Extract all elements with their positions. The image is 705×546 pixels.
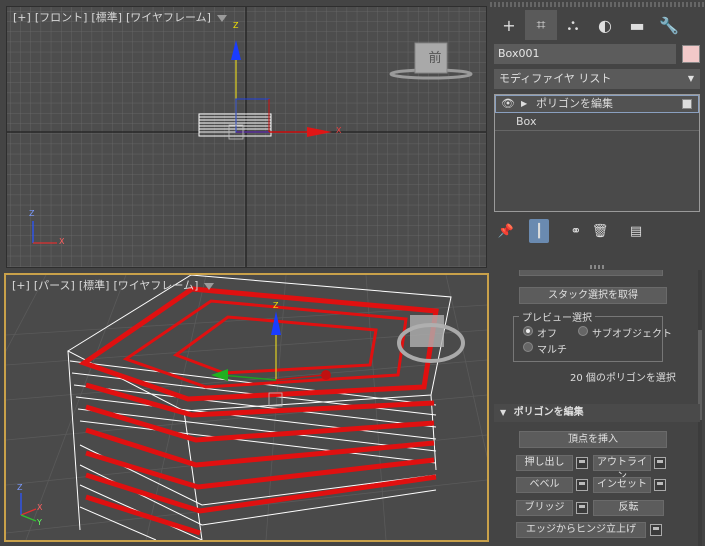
stack-item-edit-poly[interactable]: 👁 ▶ ポリゴンを編集 (495, 95, 699, 113)
modifier-list-dropdown[interactable]: モディファイヤ リスト ▼ (494, 69, 700, 89)
hierarchy-icon: ⛬ (567, 15, 579, 34)
preview-off-label: オフ (537, 329, 557, 340)
hierarchy-tab[interactable]: ⛬ (557, 10, 589, 40)
hinge-settings-icon[interactable] (650, 524, 662, 536)
front-mode-menu[interactable]: [ワイヤフレーム] (126, 11, 211, 24)
box-slices (66, 275, 452, 540)
bridge-settings-icon[interactable] (576, 502, 588, 514)
extrude-settings-icon[interactable] (576, 457, 588, 469)
persp-mode-menu[interactable]: [ワイヤフレーム] (113, 279, 198, 292)
flip-button[interactable]: 反転 (593, 500, 664, 516)
motion-tab[interactable]: ◐ (589, 10, 621, 40)
tripod-x-label: X (59, 237, 65, 246)
front-plus-menu[interactable]: [+] (13, 11, 31, 24)
object-name-field[interactable]: Box001 (494, 44, 676, 64)
hinge-from-edge-button[interactable]: エッジからヒンジ立上げ (516, 522, 646, 538)
perspective-scene (6, 275, 487, 540)
preview-selection-label: プレビュー選択 (519, 309, 595, 324)
configure-sets-icon[interactable]: ▤ (626, 219, 646, 243)
persp-tripod-x-label: X (37, 503, 43, 512)
trash-icon[interactable]: 🗑 (590, 219, 610, 243)
preview-multi-radio[interactable] (523, 342, 533, 352)
stack-item-label: ポリゴンを編集 (536, 97, 613, 110)
perspective-viewport[interactable]: [+] [パース] [標準] [ワイヤフレーム] Z Z X Y (4, 273, 489, 542)
modify-tab[interactable]: ⌗ (525, 10, 557, 40)
modify-icon: ⌗ (536, 15, 546, 34)
stack-tool-row: 📌 ┃ ⚭ 🗑 ▤ (494, 219, 700, 243)
insert-vertex-button[interactable]: 頂点を挿入 (519, 431, 667, 448)
bevel-settings-icon[interactable] (576, 479, 588, 491)
plus-icon: + (502, 15, 516, 35)
modifier-list-label: モディファイヤ リスト (499, 72, 612, 85)
front-viewport-label[interactable]: [+] [フロント] [標準] [ワイヤフレーム] (13, 9, 231, 25)
hidden-buttons-row (519, 270, 663, 276)
preview-subobject-label: サブオブジェクト (592, 329, 672, 340)
inset-button[interactable]: インセット (593, 477, 651, 493)
get-stack-selection-button[interactable]: スタック選択を取得 (519, 287, 667, 304)
front-view-menu[interactable]: [フロント] (35, 11, 88, 24)
dropdown-arrow-icon: ▼ (687, 74, 694, 83)
stack-item-toggle[interactable] (682, 99, 692, 109)
front-shading-menu[interactable]: [標準] (91, 11, 122, 24)
command-panel: + ⌗ ⛬ ◐ ▬ 🔧 Box001 モディファイヤ リスト ▼ 👁 ▶ ポリゴ… (490, 0, 705, 546)
panel-grip[interactable] (490, 2, 705, 7)
utilities-icon: 🔧 (659, 15, 679, 35)
outline-button[interactable]: アウトライン (593, 455, 651, 482)
modifier-stack[interactable]: 👁 ▶ ポリゴンを編集 Box (494, 94, 700, 212)
make-unique-icon[interactable]: ⚭ (566, 219, 586, 243)
gizmo-x-label: X (336, 126, 342, 135)
filter-icon[interactable] (216, 14, 227, 22)
rollout-title: ポリゴンを編集 (513, 407, 584, 418)
stack-item-box[interactable]: Box (495, 114, 699, 131)
display-tab[interactable]: ▬ (621, 10, 653, 40)
persp-gizmo-z-label: Z (273, 301, 279, 310)
edit-polygons-rollout-header[interactable]: ▼ ポリゴンを編集 (494, 404, 700, 422)
expand-icon[interactable]: ▶ (521, 96, 527, 112)
persp-viewport-label[interactable]: [+] [パース] [標準] [ワイヤフレーム] (12, 277, 218, 293)
extrude-button[interactable]: 押し出し (516, 455, 573, 471)
preview-off-radio[interactable] (523, 326, 533, 336)
persp-plus-menu[interactable]: [+] (12, 279, 30, 292)
gizmo-z-label: Z (233, 21, 239, 30)
bevel-button[interactable]: ベベル (516, 477, 573, 493)
command-panel-tabs: + ⌗ ⛬ ◐ ▬ 🔧 (493, 10, 701, 40)
outline-settings-icon[interactable] (654, 457, 666, 469)
create-tab[interactable]: + (493, 10, 525, 40)
display-icon: ▬ (629, 15, 645, 35)
preview-multi-label: マルチ (537, 345, 567, 356)
persp-shading-menu[interactable]: [標準] (79, 279, 110, 292)
inset-settings-icon[interactable] (654, 479, 666, 491)
eye-icon[interactable]: 👁 (501, 96, 515, 112)
front-viewport[interactable]: [+] [フロント] [標準] [ワイヤフレーム] 前 Z X Z X (6, 6, 487, 268)
persp-tripod-y-label: Y (37, 518, 42, 527)
viewcube-face-label[interactable]: 前 (423, 47, 447, 66)
collapse-icon: ▼ (500, 408, 507, 417)
stack-item-label: Box (516, 115, 537, 128)
panel-splitter[interactable] (590, 265, 604, 269)
selection-info-text: 20 個のポリゴンを選択 (570, 373, 676, 384)
utilities-tab[interactable]: 🔧 (653, 10, 685, 40)
persp-view-menu[interactable]: [パース] (34, 279, 75, 292)
tripod-z-label: Z (29, 209, 35, 218)
object-color-swatch[interactable] (682, 45, 700, 63)
preview-subobject-radio[interactable] (578, 326, 588, 336)
filter-icon[interactable] (204, 282, 215, 290)
pin-stack-icon[interactable]: 📌 (496, 219, 516, 243)
show-end-result-icon[interactable]: ┃ (529, 219, 549, 243)
axis-tripod-persp (20, 493, 37, 522)
bridge-button[interactable]: ブリッジ (516, 500, 573, 516)
persp-tripod-z-label: Z (17, 483, 23, 492)
motion-icon: ◐ (598, 15, 612, 35)
front-grid (7, 7, 486, 267)
